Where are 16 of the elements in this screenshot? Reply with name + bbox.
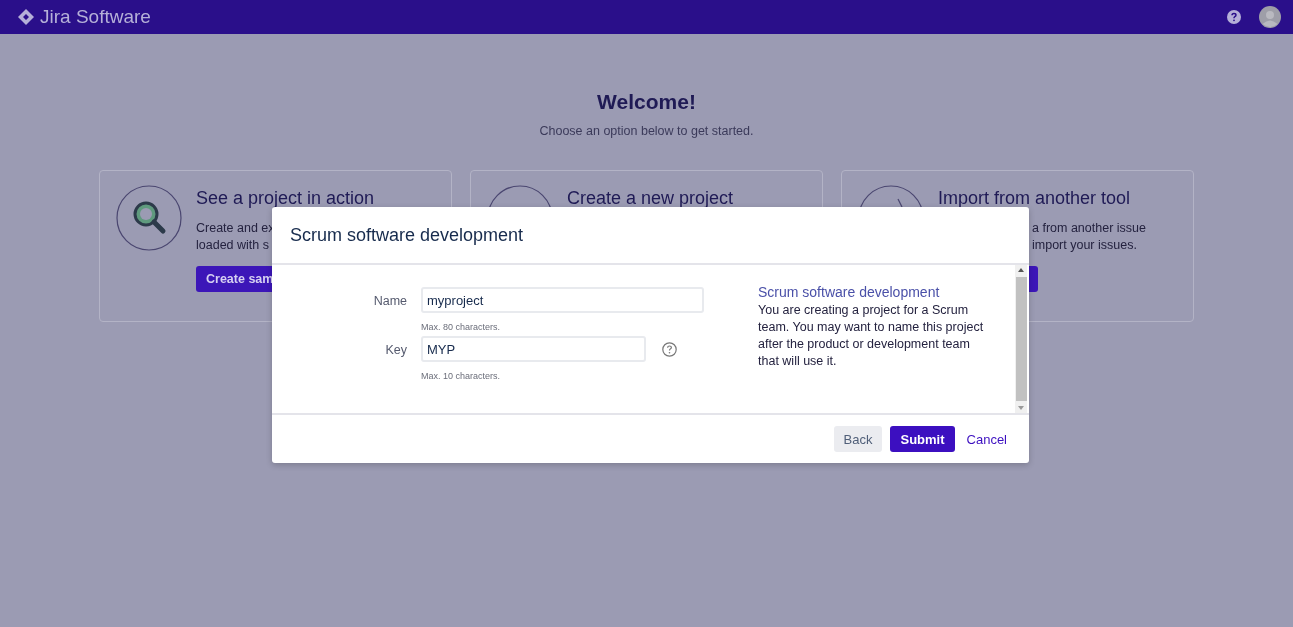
welcome-subtitle: Choose an option below to get started. — [539, 124, 754, 138]
field-label: Name — [372, 293, 407, 310]
field-hint: Max. 10 characters. — [421, 371, 502, 381]
field-label: Key — [384, 342, 407, 359]
field-hint: Max. 80 characters. — [421, 322, 502, 332]
logo-text: Jira Software — [40, 6, 151, 28]
dialog-title: Scrum software development — [290, 224, 524, 246]
info-title: Scrum software development — [758, 284, 941, 300]
card-description: a from another issue — [1032, 220, 1146, 237]
card-description: import your issues. — [1032, 237, 1138, 254]
card-title: Import from another tool — [938, 188, 1131, 208]
info-text: You are creating a project for a Scrum team. You may want to name this project after the product or development team that will use it. — [758, 302, 985, 370]
welcome-title: Welcome! — [597, 90, 696, 114]
card-title: Create a new project — [567, 188, 734, 208]
card-title: See a project in action — [196, 188, 375, 208]
card-description: loaded with s — [196, 237, 270, 254]
